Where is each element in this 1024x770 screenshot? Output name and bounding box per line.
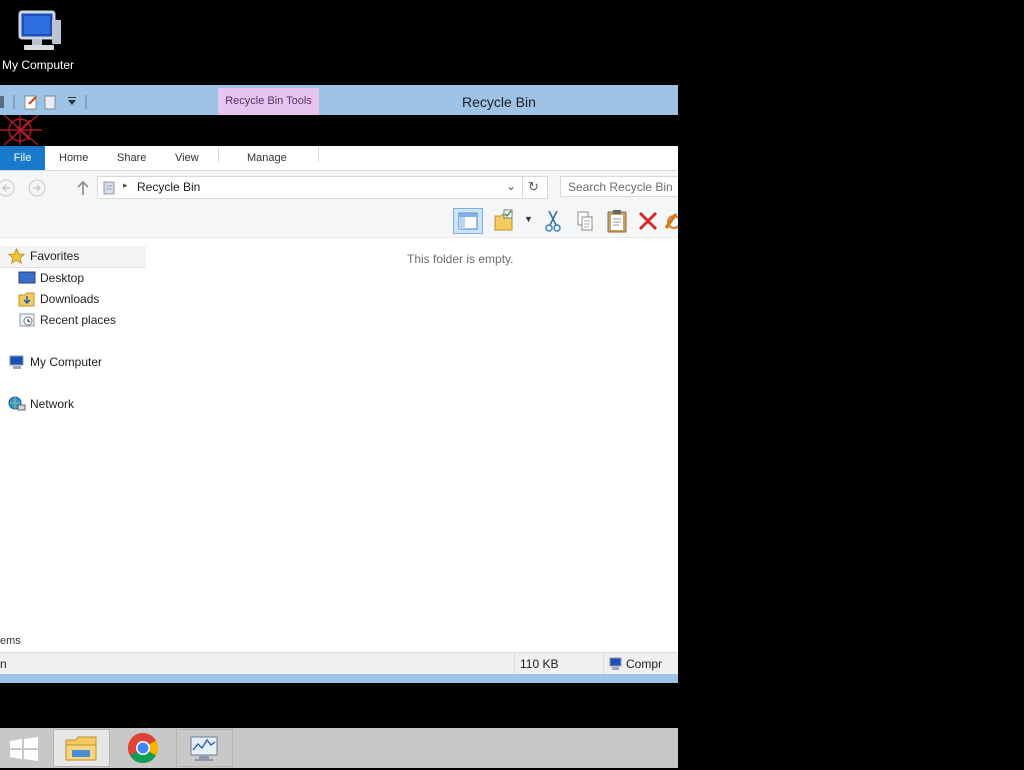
address-divider bbox=[522, 177, 523, 198]
scissors-icon bbox=[545, 210, 561, 232]
new-folder-button[interactable] bbox=[492, 208, 516, 234]
tab-recycle-bin-tools[interactable]: Recycle Bin Tools bbox=[218, 88, 319, 115]
quick-access-toolbar bbox=[0, 95, 87, 110]
tab-divider bbox=[318, 146, 319, 162]
tab-share[interactable]: Share bbox=[117, 146, 146, 170]
explorer-window: Recycle Bin Tools Recycle Bin File Home … bbox=[0, 85, 678, 683]
desktop-icon-label: My Computer bbox=[2, 58, 75, 72]
cut-button[interactable] bbox=[542, 208, 564, 234]
title-bar[interactable]: Recycle Bin Tools Recycle Bin bbox=[0, 85, 678, 115]
up-arrow-icon[interactable] bbox=[76, 179, 90, 197]
delete-button[interactable] bbox=[637, 208, 659, 234]
taskbar-file-explorer[interactable] bbox=[53, 729, 110, 767]
recycle-bin-icon bbox=[103, 181, 115, 195]
desktop-icon-my-computer[interactable]: My Computer bbox=[0, 6, 80, 76]
folder-check-icon bbox=[494, 209, 513, 231]
nav-favorites-label: Favorites bbox=[30, 249, 80, 263]
title-band bbox=[0, 115, 678, 146]
address-bar[interactable]: ▸ Recycle Bin ⌄ ↻ bbox=[97, 176, 548, 199]
item-count-text: ems bbox=[0, 635, 21, 647]
taskbar bbox=[0, 728, 678, 768]
tab-home[interactable]: Home bbox=[59, 146, 88, 170]
search-input[interactable]: Search Recycle Bin bbox=[560, 176, 678, 197]
app-logo-icon bbox=[0, 115, 42, 146]
chrome-icon bbox=[127, 733, 159, 764]
clipboard-icon bbox=[607, 210, 627, 233]
recent-places-icon bbox=[19, 313, 35, 327]
window-bottom-border bbox=[0, 674, 678, 683]
star-icon bbox=[8, 248, 25, 264]
delete-x-icon bbox=[638, 211, 658, 231]
status-divider bbox=[603, 653, 604, 675]
computer-icon bbox=[609, 657, 622, 670]
copy-icon bbox=[577, 211, 593, 231]
nav-item-label: Desktop bbox=[40, 271, 85, 285]
rename-button[interactable] bbox=[662, 208, 678, 234]
copy-button[interactable] bbox=[574, 208, 596, 234]
back-forward-buttons bbox=[0, 179, 46, 197]
status-computer-label: Compr bbox=[626, 657, 663, 671]
downloads-folder-icon bbox=[18, 292, 35, 307]
address-text: Recycle Bin bbox=[137, 180, 201, 194]
status-bar: n 110 KB Compr bbox=[0, 652, 678, 675]
network-icon bbox=[8, 396, 26, 411]
status-left-text: n bbox=[0, 657, 7, 671]
breadcrumb-chevron-icon: ▸ bbox=[123, 180, 128, 190]
address-row: ▸ Recycle Bin ⌄ ↻ Search Recycle Bin bbox=[0, 171, 678, 205]
ribbon-tabs: File Home Share View Manage bbox=[0, 146, 678, 171]
taskbar-performance-monitor[interactable] bbox=[176, 729, 233, 767]
tab-manage[interactable]: Manage bbox=[247, 146, 287, 170]
desktop-icon bbox=[18, 271, 36, 284]
tab-divider bbox=[218, 146, 219, 162]
monitor-chart-icon bbox=[190, 736, 218, 761]
chevron-down-icon[interactable]: ▼ bbox=[524, 214, 533, 224]
tab-file[interactable]: File bbox=[0, 146, 45, 170]
status-size: 110 KB bbox=[520, 657, 559, 671]
navigation-pane: Favorites Desktop Downloads Recent place… bbox=[0, 238, 146, 648]
layout-icon bbox=[458, 212, 478, 230]
nav-item-label: Network bbox=[30, 397, 75, 411]
refresh-icon[interactable]: ↻ bbox=[528, 179, 539, 195]
address-dropdown-icon[interactable]: ⌄ bbox=[506, 179, 516, 193]
nav-item-label: Recent places bbox=[40, 313, 117, 327]
command-bar: ▼ bbox=[0, 205, 678, 238]
windows-logo-icon bbox=[10, 737, 38, 761]
status-divider bbox=[514, 653, 515, 675]
paste-button[interactable] bbox=[605, 208, 629, 234]
nav-item-label: Downloads bbox=[40, 292, 100, 306]
start-button[interactable] bbox=[0, 729, 57, 767]
computer-icon bbox=[18, 10, 61, 50]
empty-folder-message: This folder is empty. bbox=[407, 252, 514, 266]
tab-view[interactable]: View bbox=[175, 146, 199, 170]
nav-favorites[interactable]: Favorites bbox=[0, 246, 146, 268]
rename-icon bbox=[664, 213, 678, 229]
window-title: Recycle Bin bbox=[462, 94, 536, 110]
file-explorer-icon bbox=[65, 736, 97, 761]
computer-icon bbox=[9, 355, 24, 369]
nav-item-label: My Computer bbox=[30, 355, 103, 369]
preview-pane-button[interactable] bbox=[453, 208, 483, 234]
taskbar-chrome[interactable] bbox=[115, 729, 172, 767]
